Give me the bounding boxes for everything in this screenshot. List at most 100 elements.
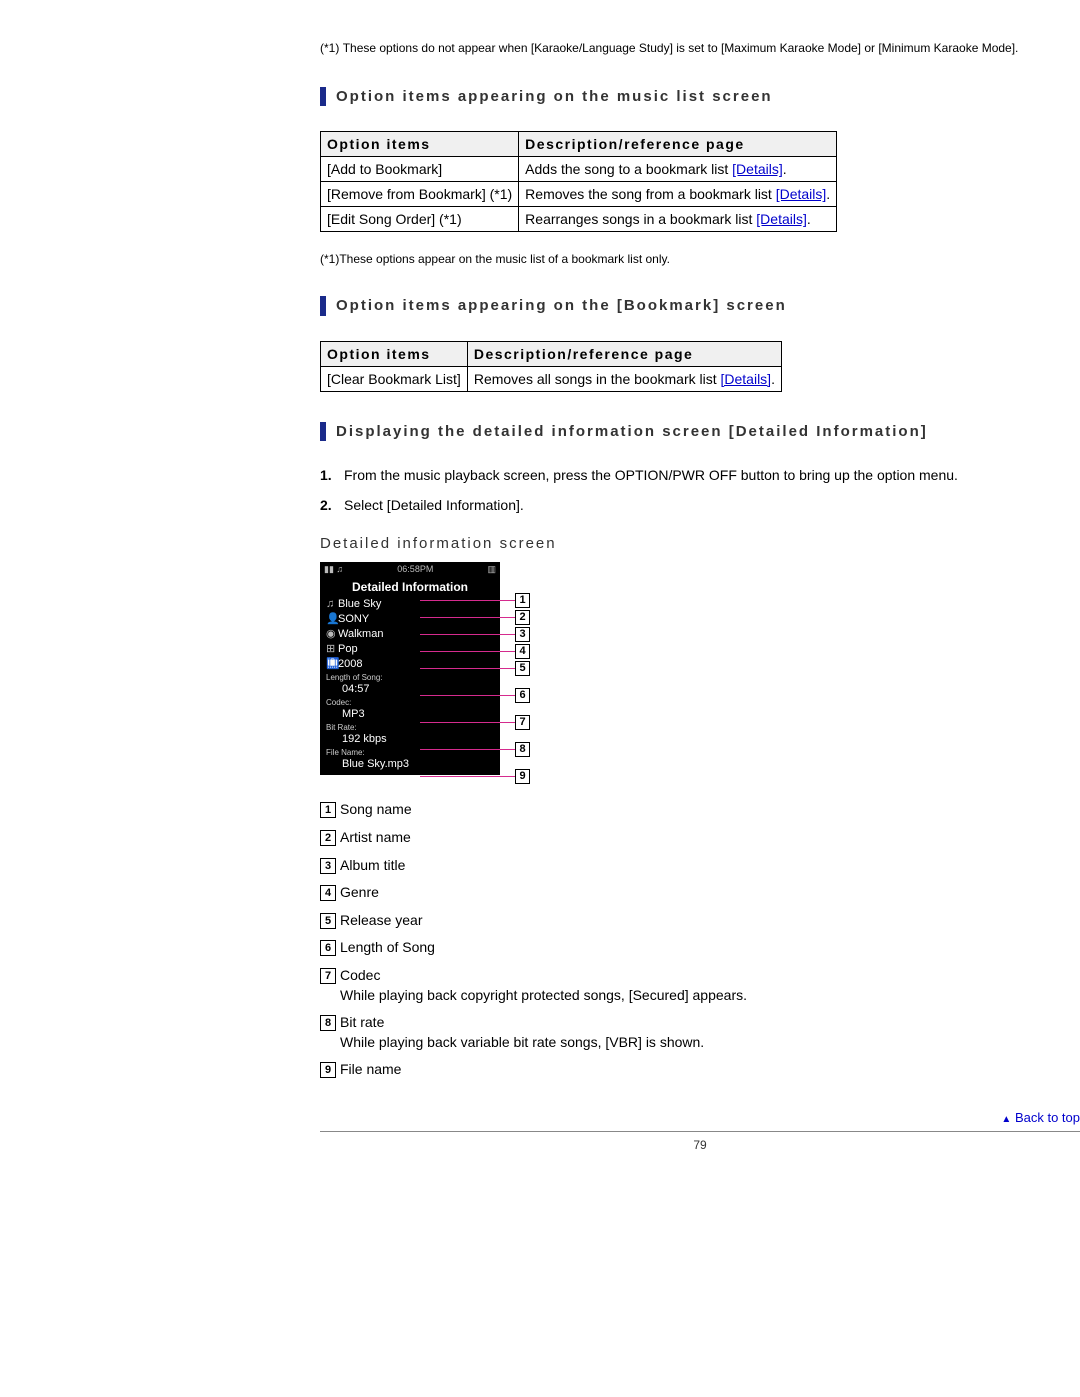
desc-cell: Removes all songs in the bookmark list [… [467,366,781,391]
row-text: Blue Sky [338,598,381,610]
legend-text: File name [340,1060,990,1080]
callout-line [420,634,515,635]
legend-number: 7 [320,968,336,984]
legend-number: 1 [320,802,336,818]
table-row: [Add to Bookmark] Adds the song to a boo… [321,157,837,182]
legend-text: Release year [340,911,990,931]
steps-list: 1.From the music playback screen, press … [320,466,1080,515]
footnote-text: These options do not appear when [Karaok… [343,40,1023,57]
row-icon: 🛄 [326,657,338,670]
legend-text: Artist name [340,828,990,848]
section1-heading: Option items appearing on the music list… [320,87,1080,107]
legend-row: 9File name [320,1060,1080,1080]
back-to-top-link[interactable]: ▲ Back to top [1001,1110,1080,1125]
section2-table: Option items Description/reference page … [320,341,782,392]
row-text: Pop [338,643,358,655]
callout-label: 3 [515,627,530,642]
legend-number: 3 [320,858,336,874]
callout-line [420,668,515,669]
details-link[interactable]: [Details] [756,211,807,227]
legend: 1Song name2Artist name3Album title4Genre… [320,800,1080,1080]
option-cell: [Edit Song Order] (*1) [321,207,519,232]
callout-label: 4 [515,644,530,659]
table-row: [Edit Song Order] (*1) Rearranges songs … [321,207,837,232]
row-icon: ◉ [326,627,338,640]
legend-row: 8Bit rateWhile playing back variable bit… [320,1013,1080,1052]
legend-row: 5Release year [320,911,1080,931]
row-text: MP3 [342,708,365,720]
screen-title: Detailed Information [320,577,500,597]
callout-label: 8 [515,742,530,757]
table-row: [Clear Bookmark List] Removes all songs … [321,366,782,391]
section3-heading: Displaying the detailed information scre… [320,422,1080,442]
legend-row: 3Album title [320,856,1080,876]
battery-icon: ▥ [487,564,496,575]
info-row: 👤SONY [320,611,500,626]
info-row: 04:57 [320,682,500,696]
footnote-label: (*1) [320,40,339,57]
desc-cell: Adds the song to a bookmark list [Detail… [519,157,837,182]
details-link[interactable]: [Details] [721,371,772,387]
table-row: [Remove from Bookmark] (*1) Removes the … [321,182,837,207]
top-footnote: (*1) These options do not appear when [K… [320,40,1080,57]
legend-row: 7CodecWhile playing back copyright prote… [320,966,1080,1005]
row-icon: 👤 [326,612,338,625]
callout-line [420,651,515,652]
table-header-desc: Description/reference page [467,341,781,366]
legend-number: 6 [320,940,336,956]
legend-text: Album title [340,856,990,876]
step-2: 2.Select [Detailed Information]. [320,496,1080,516]
row-text: 04:57 [342,683,370,695]
legend-row: 2Artist name [320,828,1080,848]
legend-text: CodecWhile playing back copyright protec… [340,966,990,1005]
row-text: Walkman [338,628,383,640]
screenshot-wrap: ▮▮ ♫ 06:58PM ▥ Detailed Information ♫Blu… [320,562,1080,775]
legend-number: 2 [320,830,336,846]
callout-line [420,617,515,618]
legend-text: Song name [340,800,990,820]
legend-number: 5 [320,913,336,929]
row-text: 2008 [338,658,362,670]
callout-line [420,776,515,777]
row-text: 192 kbps [342,733,387,745]
row-icon: ♫ [326,598,338,610]
legend-number: 4 [320,885,336,901]
option-cell: [Clear Bookmark List] [321,366,468,391]
legend-row: 4Genre [320,883,1080,903]
desc-cell: Removes the song from a bookmark list [D… [519,182,837,207]
legend-row: 6Length of Song [320,938,1080,958]
table-header-option: Option items [321,132,519,157]
info-row: 192 kbps [320,732,500,746]
page-separator [320,1131,1080,1132]
info-row: ⊞Pop [320,641,500,656]
callout-line [420,749,515,750]
callout-label: 5 [515,661,530,676]
callout-label: 7 [515,715,530,730]
up-arrow-icon: ▲ [1001,1114,1011,1125]
desc-cell: Rearranges songs in a bookmark list [Det… [519,207,837,232]
details-link[interactable]: [Details] [776,186,827,202]
step-1: 1.From the music playback screen, press … [320,466,1080,486]
back-to-top: ▲ Back to top [320,1110,1080,1125]
status-bar: ▮▮ ♫ 06:58PM ▥ [320,562,500,577]
legend-number: 8 [320,1015,336,1031]
info-label: Codec: [320,696,500,707]
section1-table: Option items Description/reference page … [320,131,837,232]
callout-line [420,695,515,696]
legend-text: Genre [340,883,990,903]
page-number: 79 [320,1138,1080,1152]
callout-label: 9 [515,769,530,784]
info-row: MP3 [320,707,500,721]
section2-heading: Option items appearing on the [Bookmark]… [320,296,1080,316]
legend-row: 1Song name [320,800,1080,820]
details-link[interactable]: [Details] [732,161,783,177]
callout-line [420,722,515,723]
info-row: Blue Sky.mp3 [320,757,500,771]
row-text: Blue Sky.mp3 [342,758,409,770]
info-label: Length of Song: [320,671,500,682]
detailed-info-heading: Detailed information screen [320,535,1080,552]
legend-number: 9 [320,1062,336,1078]
info-label: File Name: [320,746,500,757]
table-header-option: Option items [321,341,468,366]
status-time: 06:58PM [397,564,433,575]
